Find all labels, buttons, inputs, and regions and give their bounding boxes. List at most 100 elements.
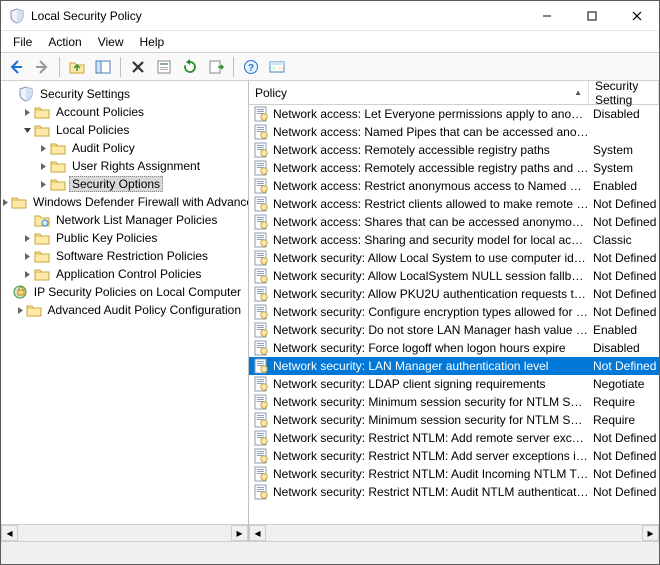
tree-item-label: Application Control Policies — [53, 266, 204, 282]
twisty-closed-icon[interactable] — [21, 250, 33, 262]
manage-button[interactable] — [266, 56, 288, 78]
scroll-right-icon[interactable]: ▸ — [642, 525, 659, 541]
policy-row[interactable]: Network access: Remotely accessible regi… — [249, 141, 659, 159]
folder-icon — [34, 122, 50, 138]
tree-item[interactable]: Software Restriction Policies — [1, 247, 248, 265]
policy-row[interactable]: Network access: Named Pipes that can be … — [249, 123, 659, 141]
up-button[interactable] — [66, 56, 88, 78]
tree-hscrollbar[interactable]: ◂ ▸ — [1, 524, 248, 541]
menu-help[interactable]: Help — [132, 33, 173, 51]
menu-action[interactable]: Action — [40, 33, 89, 51]
list-hscrollbar[interactable]: ◂ ▸ — [249, 524, 659, 541]
refresh-button[interactable] — [179, 56, 201, 78]
back-button[interactable] — [5, 56, 27, 78]
policy-row[interactable]: Network security: Do not store LAN Manag… — [249, 321, 659, 339]
policy-row[interactable]: Network security: LDAP client signing re… — [249, 375, 659, 393]
tree-item[interactable]: Security Options — [1, 175, 248, 193]
policy-row[interactable]: Network security: Allow LocalSystem NULL… — [249, 267, 659, 285]
tree-item[interactable]: Windows Defender Firewall with Advanced … — [1, 193, 248, 211]
policy-row[interactable]: Network security: Allow PKU2U authentica… — [249, 285, 659, 303]
list-body[interactable]: Network access: Let Everyone permissions… — [249, 105, 659, 524]
policy-row[interactable]: Network security: Force logoff when logo… — [249, 339, 659, 357]
tree-item-label: Software Restriction Policies — [53, 248, 211, 264]
tree-item[interactable]: Application Control Policies — [1, 265, 248, 283]
tree-item[interactable]: User Rights Assignment — [1, 157, 248, 175]
tree-item[interactable]: IP Security Policies on Local Computer — [1, 283, 248, 301]
close-button[interactable] — [614, 1, 659, 30]
folder-icon — [50, 176, 66, 192]
policy-row[interactable]: Network security: Minimum session securi… — [249, 393, 659, 411]
tree-item[interactable]: Public Key Policies — [1, 229, 248, 247]
policy-icon — [253, 106, 269, 122]
tree-item[interactable]: Security Settings — [1, 85, 248, 103]
column-policy[interactable]: Policy ▲ — [249, 81, 589, 104]
tree-item-label: Advanced Audit Policy Configuration — [45, 302, 244, 318]
tree-item[interactable]: Advanced Audit Policy Configuration — [1, 301, 248, 319]
policy-row[interactable]: Network access: Remotely accessible regi… — [249, 159, 659, 177]
twisty-closed-icon[interactable] — [21, 268, 33, 280]
policy-name: Network access: Remotely accessible regi… — [273, 161, 589, 175]
menu-view[interactable]: View — [90, 33, 132, 51]
policy-name: Network security: Minimum session securi… — [273, 395, 589, 409]
policy-setting: Not Defined — [589, 197, 659, 211]
policy-setting: Not Defined — [589, 215, 659, 229]
delete-button[interactable] — [127, 56, 149, 78]
twisty-open-icon[interactable] — [21, 124, 33, 136]
properties-button[interactable] — [153, 56, 175, 78]
minimize-button[interactable] — [524, 1, 569, 30]
policy-row[interactable]: Network security: Restrict NTLM: Audit I… — [249, 465, 659, 483]
policy-setting: Not Defined — [589, 269, 659, 283]
folder-icon — [50, 140, 66, 156]
twisty-closed-icon[interactable] — [1, 196, 10, 208]
twisty-closed-icon[interactable] — [37, 142, 49, 154]
scroll-left-icon[interactable]: ◂ — [249, 525, 266, 541]
help-button[interactable] — [240, 56, 262, 78]
policy-row[interactable]: Network access: Sharing and security mod… — [249, 231, 659, 249]
policy-row[interactable]: Network security: LAN Manager authentica… — [249, 357, 659, 375]
tree-item[interactable]: Local Policies — [1, 121, 248, 139]
column-security-setting[interactable]: Security Setting — [589, 81, 659, 104]
policy-row[interactable]: Network security: Minimum session securi… — [249, 411, 659, 429]
policy-name: Network access: Sharing and security mod… — [273, 233, 589, 247]
policy-name: Network security: LDAP client signing re… — [273, 377, 546, 391]
scroll-left-icon[interactable]: ◂ — [1, 525, 18, 541]
folder-icon — [11, 194, 27, 210]
twisty-closed-icon[interactable] — [21, 106, 33, 118]
tree-scroll[interactable]: Security SettingsAccount PoliciesLocal P… — [1, 81, 248, 524]
window-title: Local Security Policy — [31, 9, 524, 23]
export-button[interactable] — [205, 56, 227, 78]
twisty-closed-icon[interactable] — [37, 160, 49, 172]
statusbar — [1, 541, 659, 564]
scroll-right-icon[interactable]: ▸ — [231, 525, 248, 541]
show-hide-tree-button[interactable] — [92, 56, 114, 78]
policy-name: Network access: Let Everyone permissions… — [273, 107, 589, 121]
maximize-button[interactable] — [569, 1, 614, 30]
policy-row[interactable]: Network security: Restrict NTLM: Audit N… — [249, 483, 659, 501]
tree-item[interactable]: Audit Policy — [1, 139, 248, 157]
policy-name: Network security: Force logoff when logo… — [273, 341, 566, 355]
forward-button[interactable] — [31, 56, 53, 78]
policy-row[interactable]: Network security: Restrict NTLM: Add ser… — [249, 447, 659, 465]
tree-item[interactable]: Account Policies — [1, 103, 248, 121]
toolbar-separator — [233, 57, 234, 77]
twisty-closed-icon[interactable] — [16, 304, 25, 316]
policy-row[interactable]: Network access: Let Everyone permissions… — [249, 105, 659, 123]
tree-item-label: IP Security Policies on Local Computer — [31, 284, 244, 300]
policy-row[interactable]: Network access: Restrict clients allowed… — [249, 195, 659, 213]
twisty-closed-icon[interactable] — [21, 232, 33, 244]
policy-icon — [253, 394, 269, 410]
policy-row[interactable]: Network access: Restrict anonymous acces… — [249, 177, 659, 195]
window: Local Security Policy File Action View H… — [0, 0, 660, 565]
tree-item[interactable]: Network List Manager Policies — [1, 211, 248, 229]
policy-setting: System — [589, 143, 659, 157]
policy-row[interactable]: Network security: Restrict NTLM: Add rem… — [249, 429, 659, 447]
policy-name: Network security: Restrict NTLM: Audit N… — [273, 485, 589, 499]
policy-row[interactable]: Network security: Allow Local System to … — [249, 249, 659, 267]
twisty-closed-icon[interactable] — [37, 178, 49, 190]
policy-icon — [253, 124, 269, 140]
policy-icon — [253, 268, 269, 284]
policy-row[interactable]: Network security: Configure encryption t… — [249, 303, 659, 321]
tree-pane: Security SettingsAccount PoliciesLocal P… — [1, 81, 249, 541]
policy-row[interactable]: Network access: Shares that can be acces… — [249, 213, 659, 231]
menu-file[interactable]: File — [5, 33, 40, 51]
